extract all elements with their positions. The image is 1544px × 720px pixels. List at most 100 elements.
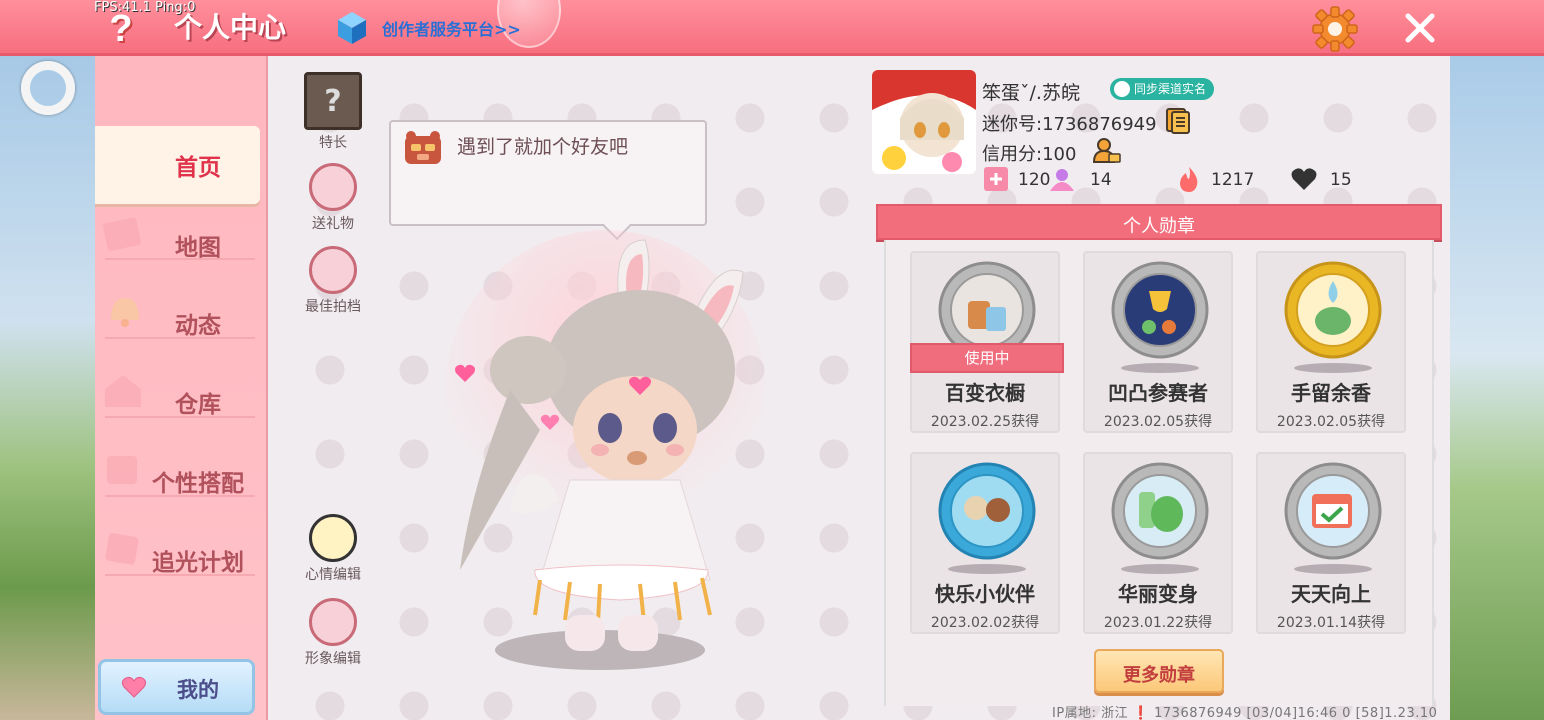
badge-name: 手留余香 [1291,381,1371,405]
gift-icon [309,163,357,211]
flame-icon [1180,167,1198,192]
game-world-right [1449,56,1544,720]
nav-divider [105,416,255,418]
badge-card[interactable]: 凹凸参赛者 2023.02.05获得 [1083,251,1233,433]
credit-icon[interactable] [1093,136,1121,164]
calendar-medal-icon [1284,462,1382,560]
nav-divider [105,337,255,339]
sidebar-item-label: 动态 [175,313,221,339]
sidebar-item-feed[interactable]: 动态 [95,284,260,362]
footer-info: IP属地: 浙江 ❗ 1736876949 [03/04]16:46 0 [58… [1052,706,1438,720]
sidebar-item-light-plan[interactable]: 追光计划 [95,521,260,599]
badge-card[interactable]: 使用中 百变衣橱 2023.02.25获得 [910,251,1064,433]
best-partner-button[interactable]: 最佳拍档 [298,246,368,316]
card-icon [984,167,1008,191]
credit-score: 信用分:100 [982,144,1077,165]
nav-divider [105,574,255,576]
outfit-icon [309,598,357,646]
realname-badge-label: 同步渠道实名 [1134,82,1207,96]
sidebar-item-label: 地图 [175,235,221,261]
send-gift-button[interactable]: 送礼物 [298,163,368,233]
mini-id: 迷你号:1736876949 [982,114,1157,135]
sidebar-item-map[interactable]: 地图 [95,206,260,284]
fragrance-medal-icon [1284,261,1382,359]
fps-readout: FPS:41.1 Ping:0 [94,0,196,15]
mood-edit-label: 心情编辑 [305,567,361,583]
contestant-medal-icon [1111,261,1209,359]
profile-avatar[interactable] [872,70,976,174]
nav-divider [105,495,255,497]
send-gift-label: 送礼物 [312,216,354,232]
badge-name: 天天向上 [1291,582,1371,606]
player-avatar[interactable] [440,230,770,670]
game-world-left [0,56,95,720]
badge-card[interactable]: 天天向上 2023.01.14获得 [1256,452,1406,634]
buddy-medal-icon [938,462,1036,560]
sidebar-item-label: 个性搭配 [152,471,244,497]
medal-shadow [1294,564,1372,574]
creator-platform-link[interactable]: 创作者服务平台>> [382,16,521,40]
top-bar: ? 个人中心 创作者服务平台>> [0,0,1544,56]
badge-date: 2023.02.05获得 [1276,414,1386,430]
copy-icon[interactable] [1165,107,1191,135]
edit-icon [309,514,357,562]
avatar-edit-button[interactable]: 形象编辑 [298,598,368,668]
gear-icon[interactable] [1312,6,1358,52]
nickname: 笨蛋ˇ/.苏皖 [982,82,1080,104]
stat-value: 1217 [1211,170,1255,190]
sidebar-nav: 首页 地图 动态 仓库 个性搭配 追光计划 [95,56,268,720]
bear-icon [405,131,441,164]
badge-date: 2023.02.25获得 [930,414,1040,430]
medal-shadow [1121,363,1199,373]
heart-icon [121,676,147,698]
mood-text: 遇到了就加个好友吧 [457,136,629,158]
badge-card[interactable]: 快乐小伙伴 2023.02.02获得 [910,452,1060,634]
sidebar-item-warehouse[interactable]: 仓库 [95,363,260,441]
medal-shadow [1294,363,1372,373]
badge-date: 2023.01.14获得 [1276,615,1386,631]
my-button-label: 我的 [177,678,219,702]
badge-name: 凹凸参赛者 [1108,381,1208,405]
sidebar-item-home[interactable]: 首页 [95,126,260,204]
realname-badge[interactable]: 同步渠道实名 [1110,78,1215,100]
record-button[interactable] [21,61,75,115]
transform-medal-icon [1111,462,1209,560]
handshake-icon [309,246,357,294]
cube-icon[interactable] [336,10,368,46]
nav-divider [105,258,255,260]
heart-icon [1291,168,1317,190]
sidebar-item-label: 仓库 [175,392,221,418]
in-use-tag: 使用中 [910,343,1064,373]
badge-name: 快乐小伙伴 [935,582,1035,606]
mood-edit-button[interactable]: 心情编辑 [298,514,368,584]
badge-date: 2023.02.05获得 [1103,414,1213,430]
badge-name: 华丽变身 [1118,582,1198,606]
person-icon [1114,81,1130,97]
more-badges-button[interactable]: 更多勋章 [1094,649,1224,693]
badge-section-title: 个人勋章 [1123,216,1195,237]
specialty-label: 特长 [319,135,347,151]
fans-icon [1050,169,1074,191]
my-button[interactable]: 我的 [98,659,255,715]
best-partner-label: 最佳拍档 [305,299,361,315]
medal-shadow [948,564,1026,574]
specialty-button[interactable]: ? 特长 [298,72,368,152]
sidebar-item-style[interactable]: 个性搭配 [95,442,260,520]
question-block-icon: ? [304,72,362,130]
stat-value: 120 [1018,170,1051,190]
badge-card[interactable]: 手留余香 2023.02.05获得 [1256,251,1406,433]
close-icon[interactable] [1400,8,1440,48]
badge-card[interactable]: 华丽变身 2023.01.22获得 [1083,452,1233,634]
badge-section-header: 个人勋章 [876,204,1442,240]
badge-date: 2023.01.22获得 [1103,615,1213,631]
badge-name: 百变衣橱 [945,381,1025,405]
more-badges-label: 更多勋章 [1123,665,1195,686]
sidebar-item-label: 首页 [175,155,221,181]
mood-speech-bubble: 遇到了就加个好友吧 [389,120,707,241]
badge-date: 2023.02.02获得 [930,615,1040,631]
stat-value: 15 [1330,170,1352,190]
sidebar-item-label: 追光计划 [152,550,244,576]
medal-shadow [1121,564,1199,574]
avatar-edit-label: 形象编辑 [305,651,361,667]
stat-value: 14 [1090,170,1112,190]
